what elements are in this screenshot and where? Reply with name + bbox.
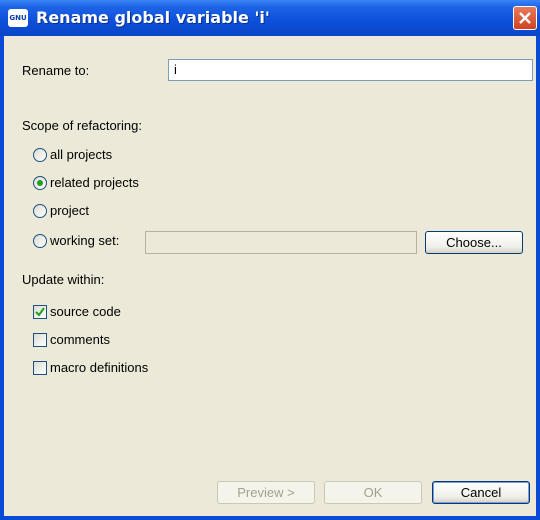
radio-all-projects[interactable]	[33, 148, 47, 162]
preview-button[interactable]: Preview >	[217, 481, 315, 504]
radio-label: project	[50, 203, 90, 218]
working-set-field[interactable]	[145, 231, 417, 254]
gnu-app-icon: GNU	[8, 9, 28, 27]
radio-label: related projects	[50, 175, 139, 190]
rename-input[interactable]: i	[168, 59, 533, 81]
checkbox-source-code[interactable]	[33, 305, 47, 319]
radio-working-set[interactable]	[33, 234, 47, 248]
checkbox-label: comments	[50, 332, 110, 347]
rename-dialog: GNU Rename global variable 'i' Rename to…	[0, 0, 540, 520]
dialog-body: Rename to: i Scope of refactoring: all p…	[4, 36, 536, 516]
radio-label: all projects	[50, 147, 113, 162]
checkbox-label: macro definitions	[50, 360, 149, 375]
ok-button[interactable]: OK	[324, 481, 422, 504]
update-heading: Update within:	[22, 272, 105, 287]
checkbox-comments[interactable]	[33, 333, 47, 347]
cancel-button[interactable]: Cancel	[432, 481, 530, 504]
window-title: Rename global variable 'i'	[36, 8, 270, 27]
choose-button[interactable]: Choose...	[425, 231, 523, 254]
radio-project[interactable]	[33, 204, 47, 218]
radio-related-projects[interactable]	[33, 176, 47, 190]
checkbox-macro-definitions[interactable]	[33, 361, 47, 375]
close-icon	[519, 12, 531, 24]
radio-label: working set:	[50, 233, 120, 248]
checkbox-label: source code	[50, 304, 121, 319]
close-button[interactable]	[513, 6, 537, 30]
checkmark-icon	[35, 307, 45, 317]
rename-label: Rename to:	[22, 63, 90, 78]
scope-heading: Scope of refactoring:	[22, 118, 142, 133]
title-bar[interactable]: GNU Rename global variable 'i'	[0, 0, 540, 36]
